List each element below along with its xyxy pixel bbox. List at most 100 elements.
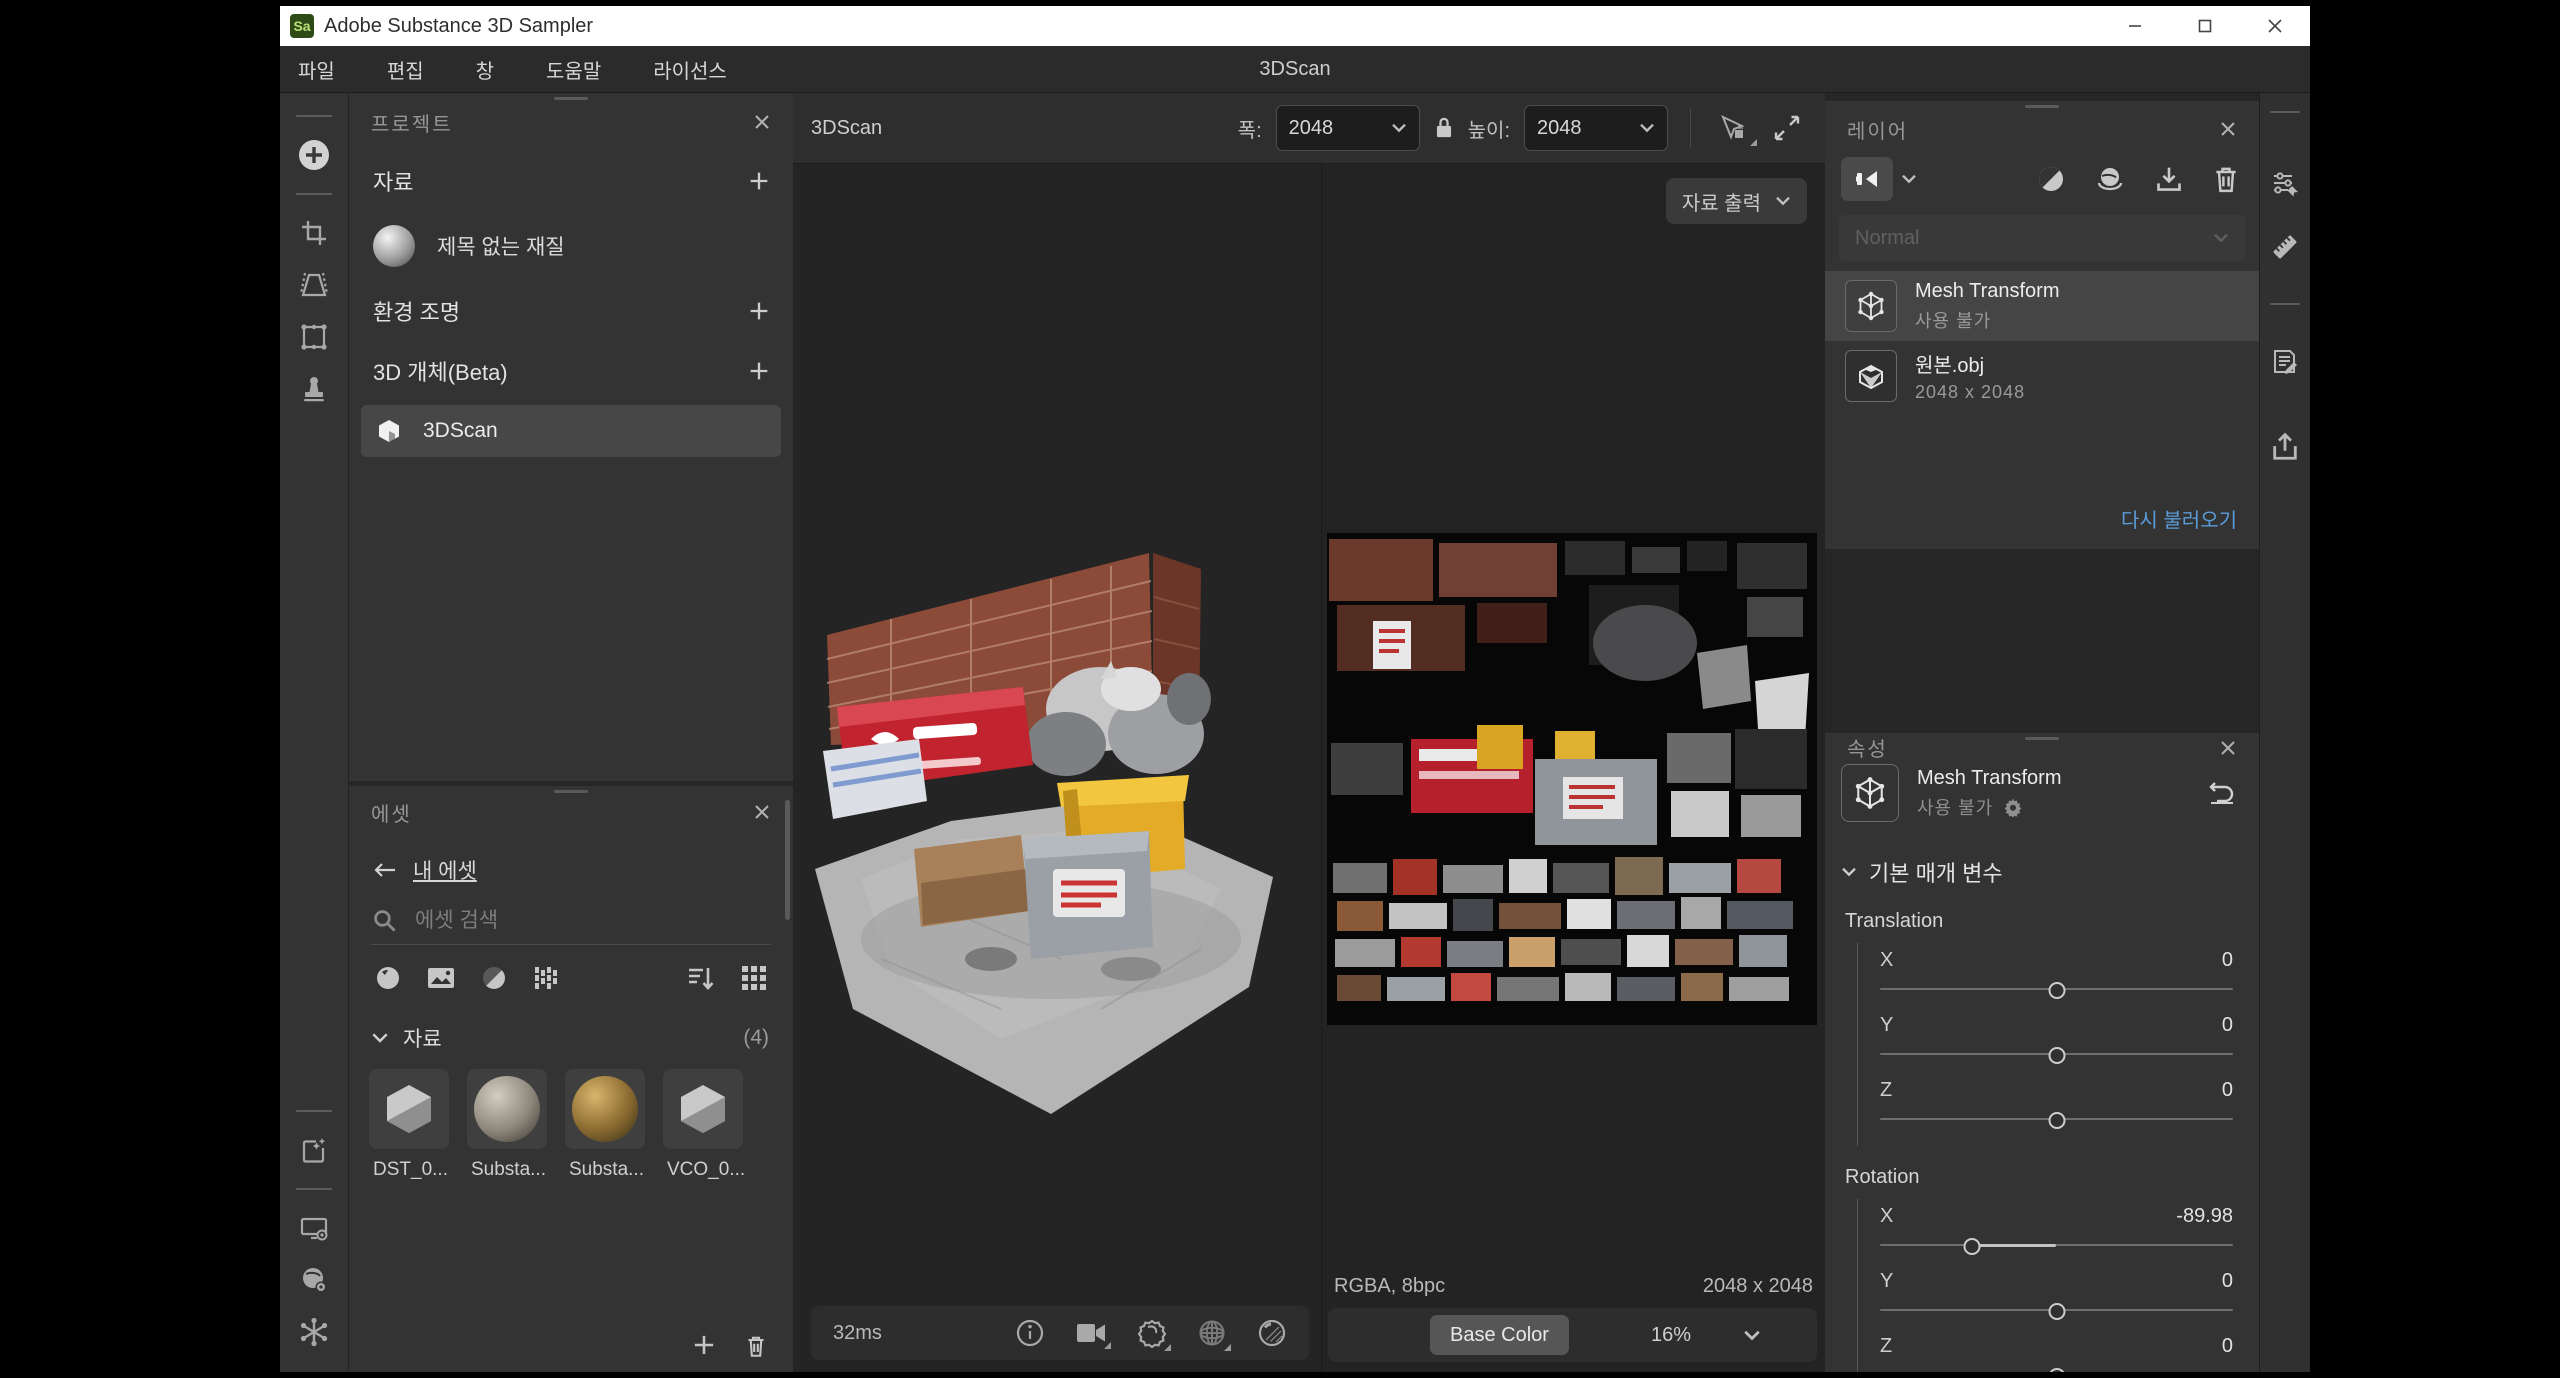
- perspective-tool-icon[interactable]: [292, 259, 336, 311]
- info-icon[interactable]: [1015, 1318, 1045, 1348]
- pinned-properties-icon[interactable]: [2263, 151, 2307, 215]
- grid-view-icon[interactable]: [741, 965, 767, 991]
- zoom-dropdown[interactable]: 16%: [1651, 1324, 1761, 1347]
- object-item-3dscan[interactable]: 3DScan: [361, 405, 781, 457]
- minimize-button[interactable]: [2122, 13, 2148, 39]
- add-environment-button[interactable]: [749, 301, 769, 321]
- crop-tool-icon[interactable]: [292, 207, 336, 259]
- filter-filters-icon[interactable]: [481, 965, 507, 991]
- layer-status: 사용 불가: [1917, 794, 1993, 820]
- add-adjustment-icon[interactable]: [2037, 165, 2065, 193]
- viewport-3d[interactable]: 32ms: [793, 164, 1321, 1372]
- material-item[interactable]: 제목 없는 재질: [349, 211, 793, 281]
- asset-tile[interactable]: DST_0...: [369, 1069, 457, 1181]
- layer-item-mesh-transform[interactable]: Mesh Transform 사용 불가: [1825, 271, 2259, 341]
- menu-help[interactable]: 도움말: [546, 55, 601, 84]
- view-mode-button[interactable]: [1841, 157, 1893, 201]
- add-filter-icon[interactable]: [2095, 165, 2125, 193]
- stamp-tool-icon[interactable]: [292, 363, 336, 415]
- channel-select-button[interactable]: Base Color: [1430, 1315, 1569, 1355]
- menu-license[interactable]: 라이선스: [653, 55, 727, 84]
- transform-tool-icon[interactable]: [292, 311, 336, 363]
- slider-track[interactable]: [1880, 1368, 2233, 1372]
- menu-edit[interactable]: 편집: [387, 55, 424, 84]
- project-panel-title: 프로젝트: [371, 108, 453, 137]
- asset-tile[interactable]: VCO_0...: [663, 1069, 751, 1181]
- window-title: Adobe Substance 3D Sampler: [324, 15, 593, 38]
- app-window: Sa Adobe Substance 3D Sampler 파일 편집 창 도움…: [280, 6, 2310, 1372]
- export-view-icon[interactable]: [1713, 113, 1753, 143]
- environment-settings-icon[interactable]: [292, 1254, 336, 1306]
- notes-edit-icon[interactable]: [2263, 331, 2307, 395]
- translation-y-value[interactable]: 0: [2222, 1014, 2233, 1037]
- basic-parameters-section[interactable]: 기본 매개 변수: [1825, 838, 2259, 896]
- add-asset-plus-button[interactable]: [693, 1334, 715, 1358]
- material-output-dropdown[interactable]: 자료 출력: [1666, 178, 1807, 224]
- height-select[interactable]: 2048: [1524, 105, 1668, 151]
- filter-images-icon[interactable]: [427, 965, 455, 991]
- close-icon[interactable]: [753, 113, 771, 131]
- asset-tile[interactable]: Substa...: [565, 1069, 653, 1181]
- panel-drag-handle[interactable]: [554, 790, 588, 793]
- chevron-down-icon[interactable]: [1901, 173, 1917, 185]
- blend-mode-select[interactable]: Normal: [1839, 215, 2245, 261]
- translation-z-value[interactable]: 0: [2222, 1079, 2233, 1102]
- menu-window[interactable]: 창: [476, 55, 494, 84]
- share-export-icon[interactable]: [292, 1124, 336, 1176]
- translation-x-value[interactable]: 0: [2222, 949, 2233, 972]
- grid-globe-icon[interactable]: [1197, 1318, 1227, 1348]
- add-asset-button[interactable]: [292, 129, 336, 181]
- layer-item-source-mesh[interactable]: 원본.obj 2048 x 2048: [1825, 341, 2259, 411]
- maximize-button[interactable]: [2192, 13, 2218, 39]
- rotation-z-value[interactable]: 0: [2222, 1335, 2233, 1358]
- scrollbar-thumb[interactable]: [785, 800, 790, 920]
- panel-drag-handle[interactable]: [554, 97, 588, 100]
- sort-icon[interactable]: [687, 965, 715, 991]
- rotation-y-value[interactable]: 0: [2222, 1270, 2233, 1293]
- physical-size-ruler-icon[interactable]: [2263, 215, 2307, 279]
- import-layer-icon[interactable]: [2155, 165, 2183, 193]
- viewport-2d[interactable]: 자료 출력: [1321, 164, 1825, 1372]
- close-button[interactable]: [2262, 13, 2288, 39]
- slider-track[interactable]: [1880, 1047, 2233, 1061]
- slider-track[interactable]: [1880, 982, 2233, 996]
- delete-layer-trash-icon[interactable]: [2213, 165, 2239, 193]
- slider-track[interactable]: [1880, 1238, 2233, 1252]
- asset-tile[interactable]: Substa...: [467, 1069, 555, 1181]
- slider-track[interactable]: [1880, 1112, 2233, 1126]
- filter-materials-icon[interactable]: [375, 965, 401, 991]
- camera-icon[interactable]: [1075, 1320, 1107, 1346]
- assets-group-header[interactable]: 자료 (4): [349, 997, 793, 1059]
- rotation-x-value[interactable]: -89.98: [2176, 1205, 2233, 1228]
- reload-link[interactable]: 다시 불러오기: [2121, 504, 2259, 549]
- lock-aspect-icon[interactable]: [1434, 116, 1454, 140]
- close-icon[interactable]: [753, 803, 771, 821]
- add-material-button[interactable]: [749, 171, 769, 191]
- slider-track[interactable]: [1880, 1303, 2233, 1317]
- material-ball-icon[interactable]: [1257, 1318, 1287, 1348]
- export-share-icon[interactable]: [2263, 415, 2307, 479]
- asset-search-input[interactable]: [413, 908, 717, 934]
- width-select[interactable]: 2048: [1276, 105, 1420, 151]
- gear-icon[interactable]: [2003, 797, 2023, 817]
- sbsar-hexagon-icon: [663, 1069, 743, 1149]
- fullscreen-expand-icon[interactable]: [1767, 114, 1807, 142]
- node-graph-icon[interactable]: [292, 1306, 336, 1358]
- arrow-left-icon: [373, 860, 397, 880]
- right-tool-rail: [2259, 93, 2310, 1372]
- texture-preview: [1327, 533, 1817, 1025]
- menu-file[interactable]: 파일: [298, 55, 335, 84]
- add-object-button[interactable]: [749, 361, 769, 381]
- delete-asset-trash-icon[interactable]: [745, 1334, 767, 1358]
- panel-drag-handle[interactable]: [2025, 737, 2059, 740]
- close-icon[interactable]: [2219, 739, 2237, 757]
- environment-badge-icon[interactable]: [1137, 1318, 1167, 1348]
- filter-fabric-icon[interactable]: [533, 965, 559, 991]
- assets-panel: 에셋 내 에셋: [349, 786, 793, 1372]
- close-icon[interactable]: [2219, 120, 2237, 138]
- display-settings-icon[interactable]: [292, 1202, 336, 1254]
- panel-drag-handle[interactable]: [2025, 105, 2059, 108]
- objects-section-header: 3D 개체(Beta): [373, 355, 508, 387]
- reset-undo-icon[interactable]: [2207, 779, 2237, 807]
- my-assets-back-link[interactable]: 내 에셋: [349, 838, 793, 894]
